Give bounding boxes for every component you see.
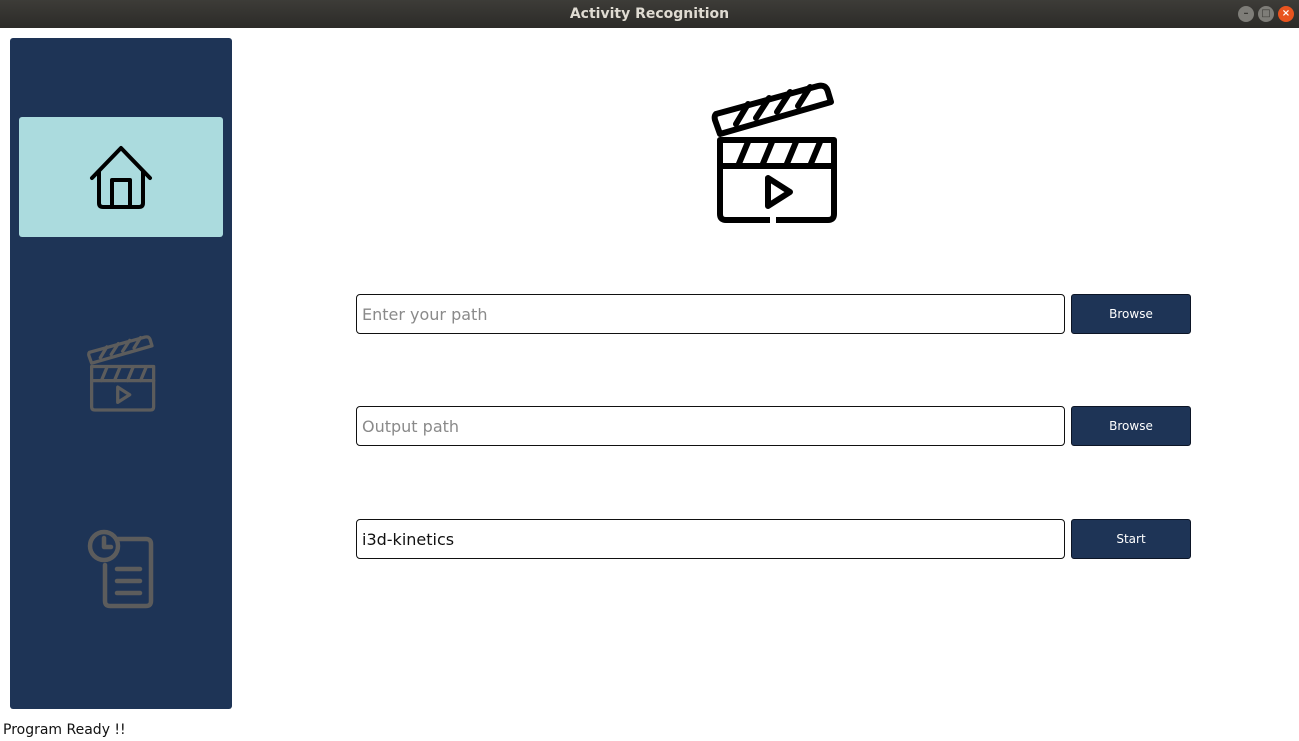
model-row: Start bbox=[356, 519, 1191, 559]
close-icon[interactable]: × bbox=[1278, 6, 1294, 22]
clapperboard-play-icon bbox=[711, 82, 837, 223]
window-title: Activity Recognition bbox=[569, 6, 730, 22]
minimize-icon[interactable]: – bbox=[1238, 6, 1254, 22]
browse-output-label: Browse bbox=[1109, 419, 1153, 433]
home-icon bbox=[90, 146, 152, 209]
browse-input-button[interactable]: Browse bbox=[1071, 294, 1191, 334]
history-report-icon bbox=[87, 529, 154, 609]
browse-output-button[interactable]: Browse bbox=[1071, 406, 1191, 446]
sidebar-item-history[interactable] bbox=[19, 510, 223, 630]
output-path-field[interactable] bbox=[356, 406, 1065, 446]
input-path-row: Browse bbox=[356, 294, 1191, 334]
maximize-icon[interactable]: □ bbox=[1258, 6, 1274, 22]
input-path-field[interactable] bbox=[356, 294, 1065, 334]
sidebar-item-home[interactable] bbox=[19, 117, 223, 237]
status-text: Program Ready !! bbox=[3, 722, 126, 738]
sidebar bbox=[10, 38, 232, 709]
clapperboard-icon bbox=[87, 335, 156, 412]
model-field[interactable] bbox=[356, 519, 1065, 559]
window-controls: – □ × bbox=[1238, 6, 1294, 22]
window-titlebar: Activity Recognition – □ × bbox=[0, 0, 1299, 28]
browse-input-label: Browse bbox=[1109, 307, 1153, 321]
start-button[interactable]: Start bbox=[1071, 519, 1191, 559]
sidebar-item-video[interactable] bbox=[19, 313, 223, 433]
output-path-row: Browse bbox=[356, 406, 1191, 446]
start-label: Start bbox=[1116, 532, 1146, 546]
